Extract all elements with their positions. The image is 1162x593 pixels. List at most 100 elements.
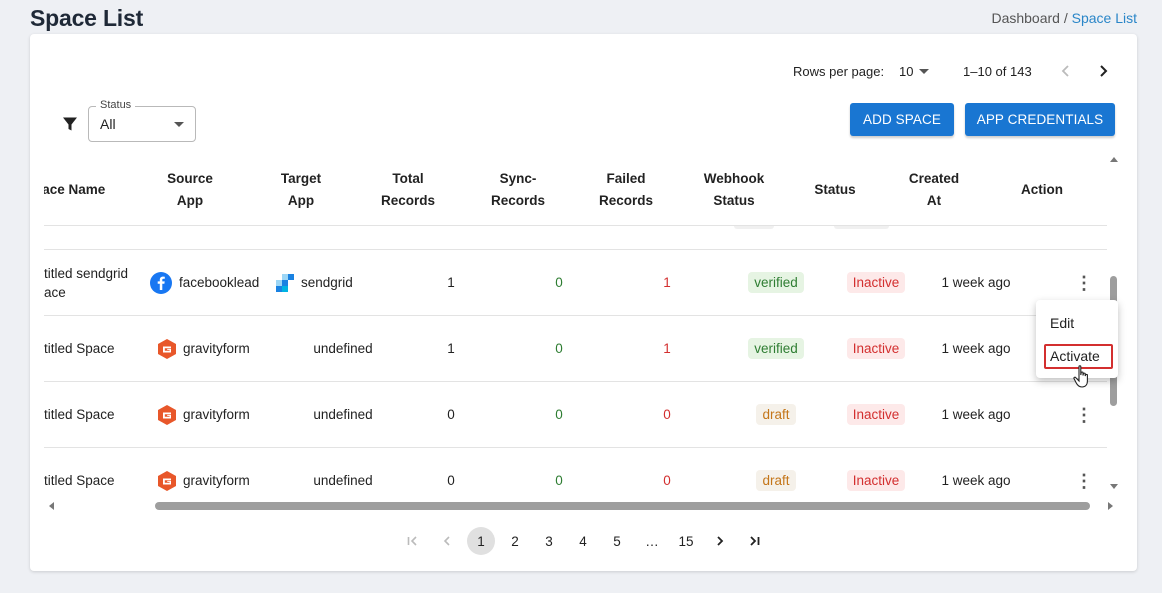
created-at-cell: 1 week ago xyxy=(941,341,1011,356)
header-target-app: Target App xyxy=(280,171,322,208)
scroll-up-icon[interactable] xyxy=(1110,157,1118,162)
space-name-cell: titled sendgrid ace xyxy=(44,265,129,300)
status-cell: Inactive xyxy=(831,448,921,499)
filter-icon[interactable] xyxy=(62,116,78,132)
first-page-button[interactable] xyxy=(399,527,427,555)
status-filter-value: All xyxy=(100,116,116,132)
status-filter-select[interactable]: Status All xyxy=(88,99,196,142)
space-name-cell: titled Space xyxy=(44,473,115,488)
prev-page-button[interactable] xyxy=(433,527,461,555)
table-row: titled sendgrid ace facebooklead sendgrid… xyxy=(44,250,1107,316)
add-space-button[interactable]: ADD SPACE xyxy=(850,103,954,136)
sync-records-cell: 0 xyxy=(555,275,563,290)
created-at-cell: 1 week ago xyxy=(941,275,1011,290)
webhook-chip-edge xyxy=(734,226,774,229)
source-app-cell: facebooklead xyxy=(150,250,270,315)
sync-records-cell: 0 xyxy=(555,341,563,356)
status-badge: Inactive xyxy=(846,338,906,359)
status-cell: Inactive xyxy=(831,316,921,381)
webhook-status-cell: verified xyxy=(731,316,821,381)
scroll-down-icon[interactable] xyxy=(1110,484,1118,489)
gravityform-icon xyxy=(158,470,176,491)
status-cell: Inactive xyxy=(831,250,921,315)
horizontal-scrollbar[interactable] xyxy=(44,499,1113,513)
breadcrumb-current: Space List xyxy=(1071,10,1137,26)
source-app-cell: gravityform xyxy=(158,316,278,381)
chevron-down-icon xyxy=(919,69,930,74)
rows-per-page-select[interactable]: 10 xyxy=(899,64,930,79)
status-badge: Inactive xyxy=(846,470,906,491)
failed-records-cell: 1 xyxy=(663,341,671,356)
status-chip-edge xyxy=(834,226,889,229)
page-button-1[interactable]: 1 xyxy=(467,527,495,555)
header-source-app: Source App xyxy=(167,171,213,208)
total-records-cell: 1 xyxy=(447,341,455,356)
more-vert-icon[interactable]: ⋮ xyxy=(1074,472,1094,490)
webhook-status-badge: draft xyxy=(756,470,796,491)
page-button-2[interactable]: 2 xyxy=(501,527,529,555)
table-row: titled Space gravityform undefined 0 0 0… xyxy=(44,382,1107,448)
failed-records-cell: 0 xyxy=(663,473,671,488)
failed-records-cell: 1 xyxy=(663,275,671,290)
header-total-records: Total Records xyxy=(380,171,436,208)
table-header: pace Name SourceApp TargetApp TotalRecor… xyxy=(44,154,1107,226)
webhook-status-badge: verified xyxy=(748,272,804,293)
more-vert-icon[interactable]: ⋮ xyxy=(1074,406,1094,424)
source-app-name: facebooklead xyxy=(179,275,260,290)
page-button-3[interactable]: 3 xyxy=(535,527,563,555)
breadcrumb-dashboard-link[interactable]: Dashboard xyxy=(991,10,1060,26)
target-app-cell: undefined xyxy=(313,473,373,488)
source-app-cell: gravityform xyxy=(158,382,278,447)
gravityform-icon xyxy=(158,338,176,359)
space-name-cell: titled Space xyxy=(44,407,115,422)
hand-pointer-icon xyxy=(1073,365,1088,388)
app-credentials-button[interactable]: APP CREDENTIALS xyxy=(965,103,1115,136)
webhook-status-badge: draft xyxy=(756,404,796,425)
header-status: Status xyxy=(814,182,856,197)
table-row: titled Space gravityform undefined 0 0 0… xyxy=(44,448,1107,499)
chevron-left-icon xyxy=(443,536,450,546)
total-records-cell: 0 xyxy=(447,407,455,422)
webhook-status-cell: draft xyxy=(731,448,821,499)
chevron-left-icon xyxy=(1061,65,1069,77)
page-range: 1–10 of 143 xyxy=(963,64,1032,79)
space-table: pace Name SourceApp TargetApp TotalRecor… xyxy=(44,154,1107,499)
target-app-cell: sendgrid xyxy=(276,250,386,315)
action-cell: ⋮ xyxy=(1039,448,1107,499)
chevron-down-icon xyxy=(174,122,184,127)
status-filter-label: Status xyxy=(96,99,136,111)
scroll-right-icon[interactable] xyxy=(1108,502,1113,510)
horizontal-scroll-thumb[interactable] xyxy=(155,502,1090,510)
header-action: Action xyxy=(1021,182,1063,197)
webhook-status-cell: verified xyxy=(731,250,821,315)
scroll-left-icon[interactable] xyxy=(49,502,54,510)
target-app-cell: undefined xyxy=(313,341,373,356)
page-button-5[interactable]: 5 xyxy=(603,527,631,555)
header-space-name: pace Name xyxy=(44,182,106,197)
last-page-button[interactable] xyxy=(740,527,768,555)
page-title: Space List xyxy=(30,5,144,31)
last-page-icon xyxy=(750,536,760,546)
webhook-status-cell: draft xyxy=(731,382,821,447)
previous-page-button[interactable] xyxy=(1056,60,1076,82)
menu-item-edit[interactable]: Edit xyxy=(1036,309,1118,337)
chevron-right-icon xyxy=(717,536,724,546)
status-badge: Inactive xyxy=(846,272,906,293)
target-app-name: sendgrid xyxy=(301,275,353,290)
next-page-button[interactable] xyxy=(706,527,734,555)
more-vert-icon[interactable]: ⋮ xyxy=(1074,274,1094,292)
sync-records-cell: 0 xyxy=(555,473,563,488)
status-cell: Inactive xyxy=(831,382,921,447)
sync-records-cell: 0 xyxy=(555,407,563,422)
next-page-button[interactable] xyxy=(1093,60,1113,82)
header-created-at: Created At xyxy=(908,171,960,208)
page-button-4[interactable]: 4 xyxy=(569,527,597,555)
action-cell: ⋮ xyxy=(1039,382,1107,447)
sendgrid-icon xyxy=(276,273,294,292)
header-failed-records: Failed Records xyxy=(598,171,654,208)
page-button-15[interactable]: 15 xyxy=(672,527,700,555)
source-app-name: gravityform xyxy=(183,341,250,356)
webhook-status-badge: verified xyxy=(748,338,804,359)
source-app-name: gravityform xyxy=(183,473,250,488)
source-app-name: gravityform xyxy=(183,407,250,422)
